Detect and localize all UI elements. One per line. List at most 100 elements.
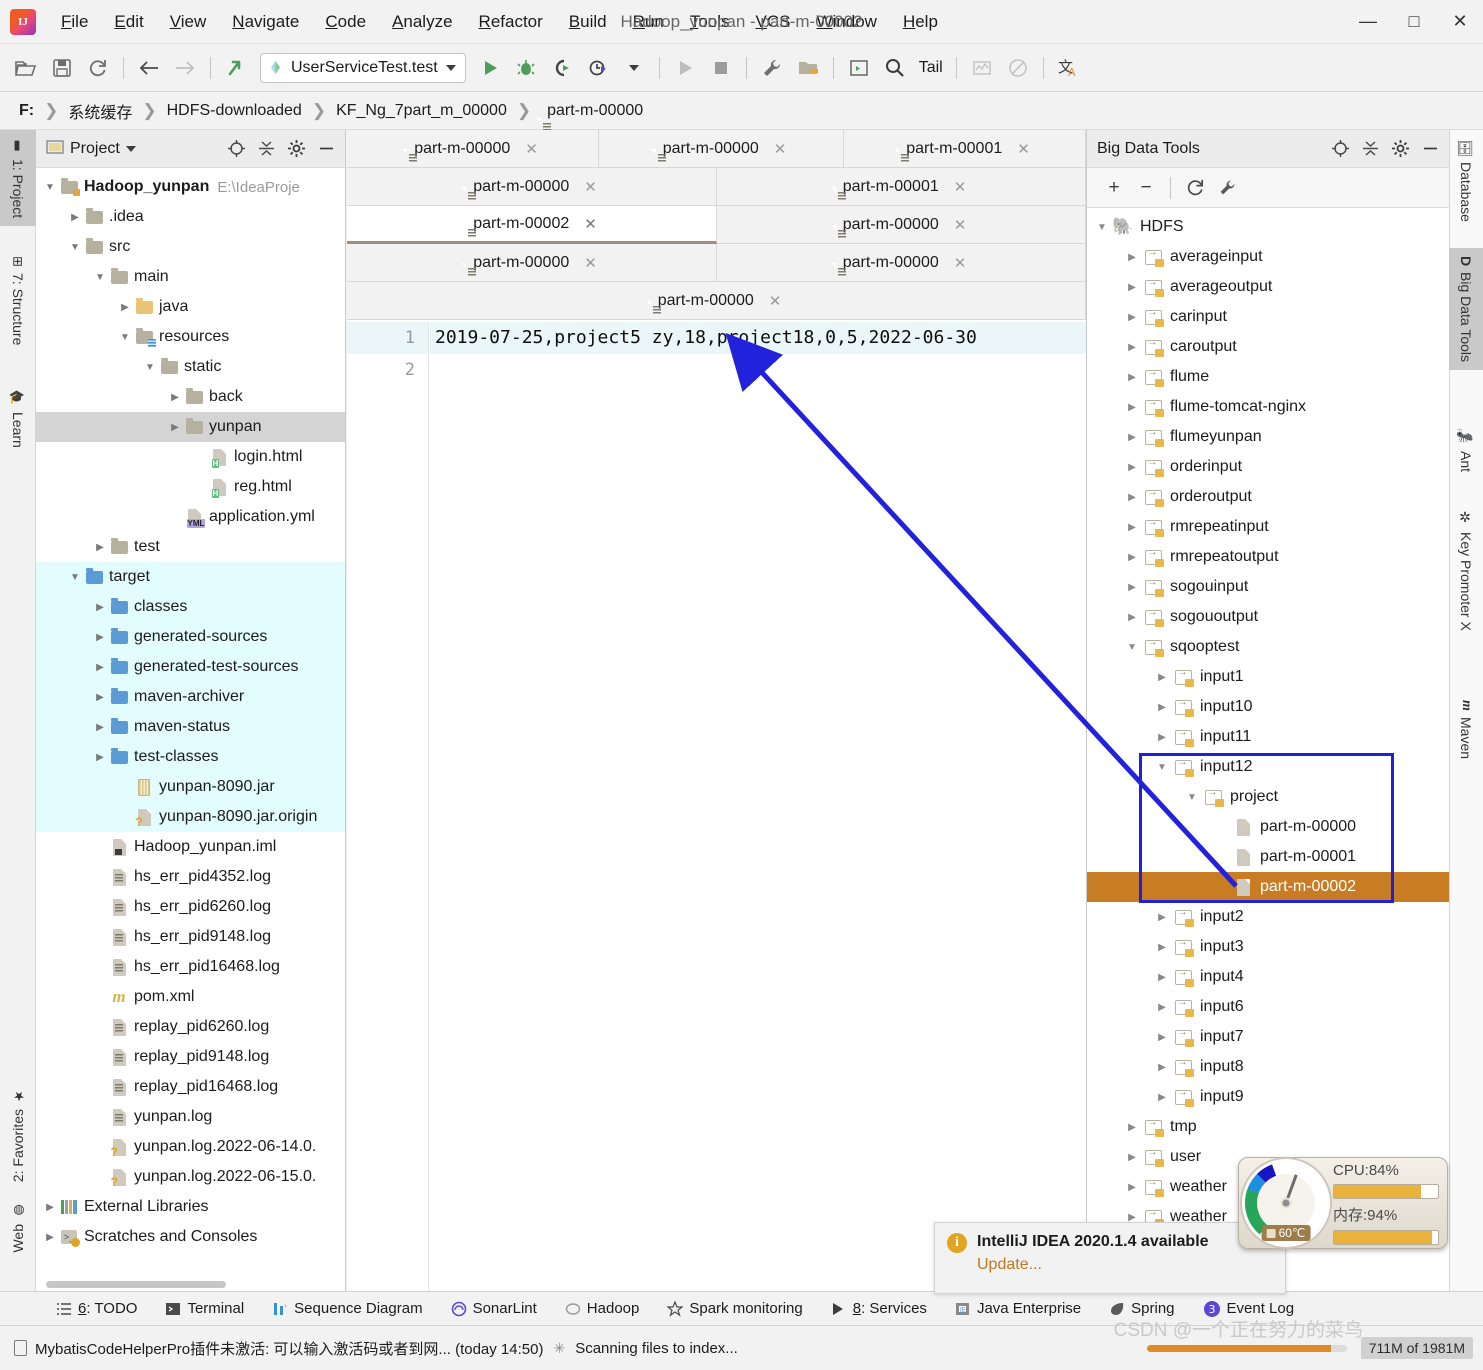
chevron-right-icon[interactable]: ▶ [1153,942,1171,953]
project-tree-row[interactable]: m pom.xml [36,982,345,1012]
project-tree[interactable]: ▼ Hadoop_yunpan E:\IdeaProje ▶ .idea ▼ src ▼ mai… [36,168,345,1252]
project-tree-row[interactable]: replay_pid9148.log [36,1042,345,1072]
editor-tab[interactable]: part-m-00000 ✕ [717,206,1086,244]
project-tree-row[interactable]: ▶ generated-test-sources [36,652,345,682]
minimize-button[interactable]: — [1345,0,1391,44]
chevron-right-icon[interactable]: ▶ [42,1202,58,1213]
profiler-icon[interactable] [582,52,614,84]
tool-window-button-event-log[interactable]: 3 Event Log [1189,1297,1309,1321]
system-monitor-widget[interactable]: 60℃ CPU:84% 内存:94% [1238,1157,1448,1249]
chevron-right-icon[interactable]: ▶ [1123,402,1141,413]
hdfs-tree-row[interactable]: ▶ input9 [1087,1082,1449,1112]
hdfs-tree-row[interactable]: ▶ input8 [1087,1052,1449,1082]
hdfs-tree-row[interactable]: ▶ input4 [1087,962,1449,992]
menu-item-edit[interactable]: Edit [101,8,156,36]
project-tree-row[interactable]: ? yunpan-8090.jar.origin [36,802,345,832]
hdfs-tree-row[interactable]: ▶ rmrepeatinput [1087,512,1449,542]
code-line[interactable]: 2019-07-25,project5 zy,18,project18,0,5,… [430,322,1086,354]
refresh-icon[interactable] [1180,173,1210,203]
debug-icon[interactable] [510,52,542,84]
project-tree-row[interactable]: ▶ maven-status [36,712,345,742]
editor-tab[interactable]: part-m-00000 ✕ [347,244,717,282]
menu-item-view[interactable]: View [157,8,220,36]
hdfs-tree-row[interactable]: ▶ orderinput [1087,452,1449,482]
hdfs-tree-row[interactable]: ▼ 🐘 HDFS [1087,212,1449,242]
sync-icon[interactable] [82,52,114,84]
chevron-right-icon[interactable]: ▶ [42,1232,58,1243]
project-tree-row[interactable]: Hadoop_yunpan.iml [36,832,345,862]
hdfs-tree-row[interactable]: part-m-00002 [1087,872,1449,902]
project-tree-row[interactable]: ▶ maven-archiver [36,682,345,712]
chevron-right-icon[interactable]: ▶ [1153,1002,1171,1013]
notification-popup[interactable]: i IntelliJ IDEA 2020.1.4 available Updat… [934,1222,1286,1294]
chevron-down-icon[interactable] [618,52,650,84]
hdfs-tree-row[interactable]: ▶ input1 [1087,662,1449,692]
hdfs-tree-row[interactable]: ▶ averageinput [1087,242,1449,272]
hdfs-tree-row[interactable]: ▶ input6 [1087,992,1449,1022]
close-icon[interactable]: ✕ [525,140,538,158]
stop-icon[interactable] [705,52,737,84]
project-horizontal-scrollbar[interactable] [46,1281,226,1288]
hdfs-tree-row[interactable]: ▼ project [1087,782,1449,812]
hdfs-tree-row[interactable]: ▶ sogouinput [1087,572,1449,602]
chevron-down-icon[interactable]: ▼ [1123,642,1141,653]
chevron-right-icon[interactable]: ▶ [1123,522,1141,533]
editor-tab[interactable]: part-m-00000 ✕ [347,168,717,206]
project-tree-row[interactable]: Hlogin.html [36,442,345,472]
project-tree-row[interactable]: ▶ test-classes [36,742,345,772]
chevron-right-icon[interactable]: ▶ [1123,1122,1141,1133]
maximize-button[interactable]: □ [1391,0,1437,44]
chevron-down-icon[interactable]: ▼ [67,242,83,253]
sidebar-item-maven[interactable]: m Maven [1449,692,1483,767]
menu-item-vcs[interactable]: VCS [743,8,804,36]
editor-tab[interactable]: part-m-00000 ✕ [347,130,599,168]
tool-window-button-terminal[interactable]: Terminal [151,1297,258,1320]
tool-window-button-java-enterprise[interactable]: JE Java Enterprise [941,1297,1095,1320]
project-tree-row[interactable]: ? yunpan.log.2022-06-15.0. [36,1162,345,1192]
gear-icon[interactable] [1387,136,1413,162]
sidebar-item-learn[interactable]: 🎓 Learn [0,382,36,456]
locate-icon[interactable] [223,136,249,162]
hdfs-tree-row[interactable]: ▶ flume [1087,362,1449,392]
chevron-right-icon[interactable]: ▶ [117,302,133,313]
hdfs-tree-row[interactable]: ▶ flume-tomcat-nginx [1087,392,1449,422]
close-icon[interactable]: ✕ [774,140,787,158]
editor-tab[interactable]: part-m-00000 ✕ [599,130,844,168]
project-tree-row[interactable]: ▼ static [36,352,345,382]
run-icon[interactable] [474,52,506,84]
tool-window-button-sequence-diagram[interactable]: Sequence Diagram [258,1297,436,1320]
chevron-right-icon[interactable]: ▶ [1123,312,1141,323]
close-icon[interactable]: ✕ [954,178,967,196]
project-tree-row[interactable]: YML application.yml [36,502,345,532]
no-entry-icon[interactable] [1002,52,1034,84]
menu-item-help[interactable]: Help [890,8,951,36]
settings-wrench-icon[interactable] [756,52,788,84]
run-gray-icon[interactable] [669,52,701,84]
project-tree-row[interactable]: ▼ Hadoop_yunpan E:\IdeaProje [36,172,345,202]
breadcrumb-item[interactable]: KF_Ng_7part_m_00000 [331,100,512,122]
tool-window-button-6-todo[interactable]: 6: TODO [42,1297,151,1320]
chevron-right-icon[interactable]: ▶ [1153,1032,1171,1043]
chevron-right-icon[interactable]: ▶ [1153,702,1171,713]
hdfs-tree-row[interactable]: ▶ input10 [1087,692,1449,722]
chevron-right-icon[interactable]: ▶ [1123,282,1141,293]
close-icon[interactable]: ✕ [584,178,597,196]
chevron-right-icon[interactable]: ▶ [1123,1182,1141,1193]
hdfs-tree-row[interactable]: ▶ flumeyunpan [1087,422,1449,452]
project-tree-row[interactable]: ▶ External Libraries [36,1192,345,1222]
project-tree-row[interactable]: hs_err_pid9148.log [36,922,345,952]
chevron-down-icon[interactable]: ▼ [1183,792,1201,803]
hdfs-tree-row[interactable]: ▼ input12 [1087,752,1449,782]
chevron-right-icon[interactable]: ▶ [1123,252,1141,263]
hdfs-tree-row[interactable]: part-m-00001 [1087,842,1449,872]
chevron-down-icon[interactable]: ▼ [92,272,108,283]
back-arrow-icon[interactable] [133,52,165,84]
sidebar-item-favorites[interactable]: 2: Favorites ★ [0,1080,36,1190]
editor-text[interactable]: 2019-07-25,project5 zy,18,project18,0,5,… [430,322,1086,386]
chevron-down-icon[interactable] [445,64,456,71]
hdfs-tree-row[interactable]: ▶ input11 [1087,722,1449,752]
chevron-down-icon[interactable] [125,145,136,152]
chevron-down-icon[interactable]: ▼ [142,362,158,373]
sidebar-item-key-promoter-x[interactable]: ✲ Key Promoter X [1449,502,1483,639]
menu-item-navigate[interactable]: Navigate [219,8,312,36]
